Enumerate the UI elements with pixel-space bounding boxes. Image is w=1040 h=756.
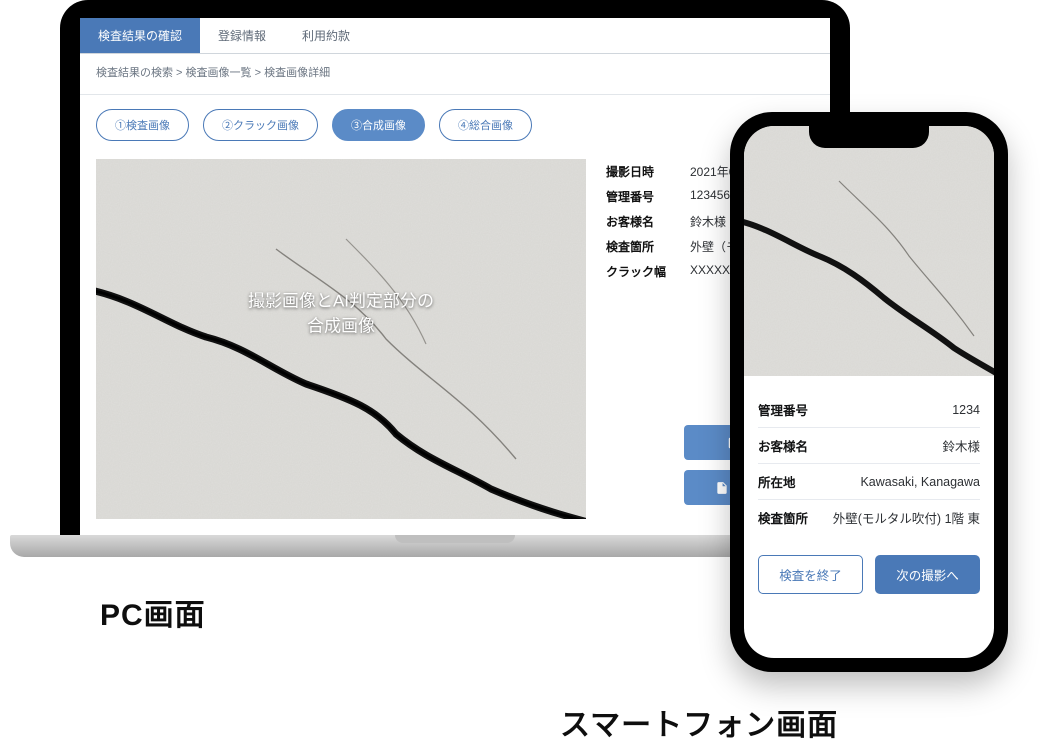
meta-key: 撮影日時 [606, 163, 676, 180]
next-capture-button[interactable]: 次の撮影へ [875, 555, 980, 594]
meta-key: 検査箇所 [758, 508, 808, 527]
breadcrumb: 検査結果の検索 > 検査画像一覧 > 検査画像詳細 [80, 54, 830, 95]
meta-value: 鈴木様 [942, 436, 980, 455]
pc-nav-tabs: 検査結果の確認 登録情報 利用約款 [80, 18, 830, 54]
phone-device: 管理番号 1234 お客様名 鈴木様 所在地 Kawasaki, Kanagaw… [730, 112, 1008, 672]
sp-row-mgmtno: 管理番号 1234 [758, 392, 980, 428]
pill-crack-image[interactable]: ②クラック画像 [203, 109, 318, 141]
sp-row-address: 所在地 Kawasaki, Kanagawa [758, 464, 980, 500]
image-type-pills: ①検査画像 ②クラック画像 ③合成画像 ④総合画像 [80, 95, 830, 151]
pill-overall-image[interactable]: ④総合画像 [439, 109, 532, 141]
sp-row-customer: お客様名 鈴木様 [758, 428, 980, 464]
caption-line1: 撮影画像とAI判定部分の [248, 291, 434, 310]
composite-image-caption: 撮影画像とAI判定部分の 合成画像 [248, 288, 434, 339]
sp-app: 管理番号 1234 お客様名 鈴木様 所在地 Kawasaki, Kanagaw… [744, 126, 994, 658]
composite-image: 撮影画像とAI判定部分の 合成画像 [96, 159, 586, 519]
caption-line2: 合成画像 [307, 317, 375, 336]
tab-inspection-results[interactable]: 検査結果の確認 [80, 18, 200, 53]
pill-inspection-image[interactable]: ①検査画像 [96, 109, 189, 141]
meta-value: 2021年0 [690, 163, 735, 180]
sp-crack-image [744, 126, 994, 376]
pc-app: 検査結果の確認 登録情報 利用約款 検査結果の検索 > 検査画像一覧 > 検査画… [80, 18, 830, 535]
meta-value: 鈴木様 [690, 213, 726, 230]
meta-key: 検査箇所 [606, 238, 676, 255]
meta-value: 外壁(モルタル吹付) 1階 東 [833, 508, 980, 527]
end-inspection-button[interactable]: 検査を終了 [758, 555, 863, 594]
sp-meta-panel: 管理番号 1234 お客様名 鈴木様 所在地 Kawasaki, Kanagaw… [744, 376, 994, 543]
meta-value: 1234 [952, 403, 980, 417]
laptop-hinge-notch [395, 535, 515, 543]
meta-key: 管理番号 [758, 400, 808, 419]
meta-value: Kawasaki, Kanagawa [860, 475, 980, 489]
tab-registration-info[interactable]: 登録情報 [200, 18, 284, 53]
meta-key: 管理番号 [606, 188, 676, 205]
tab-terms[interactable]: 利用約款 [284, 18, 368, 53]
pc-caption: PC画面 [100, 590, 206, 634]
meta-key: お客様名 [606, 213, 676, 230]
sp-caption: スマートフォン画面 [560, 700, 838, 744]
meta-key: 所在地 [758, 472, 796, 491]
phone-notch [809, 126, 929, 148]
sp-row-location: 検査箇所 外壁(モルタル吹付) 1階 東 [758, 500, 980, 535]
meta-key: お客様名 [758, 436, 808, 455]
sp-action-buttons: 検査を終了 次の撮影へ [744, 543, 994, 594]
pill-composite-image[interactable]: ③合成画像 [332, 109, 425, 141]
meta-key: クラック幅 [606, 263, 676, 280]
document-icon [715, 481, 729, 495]
